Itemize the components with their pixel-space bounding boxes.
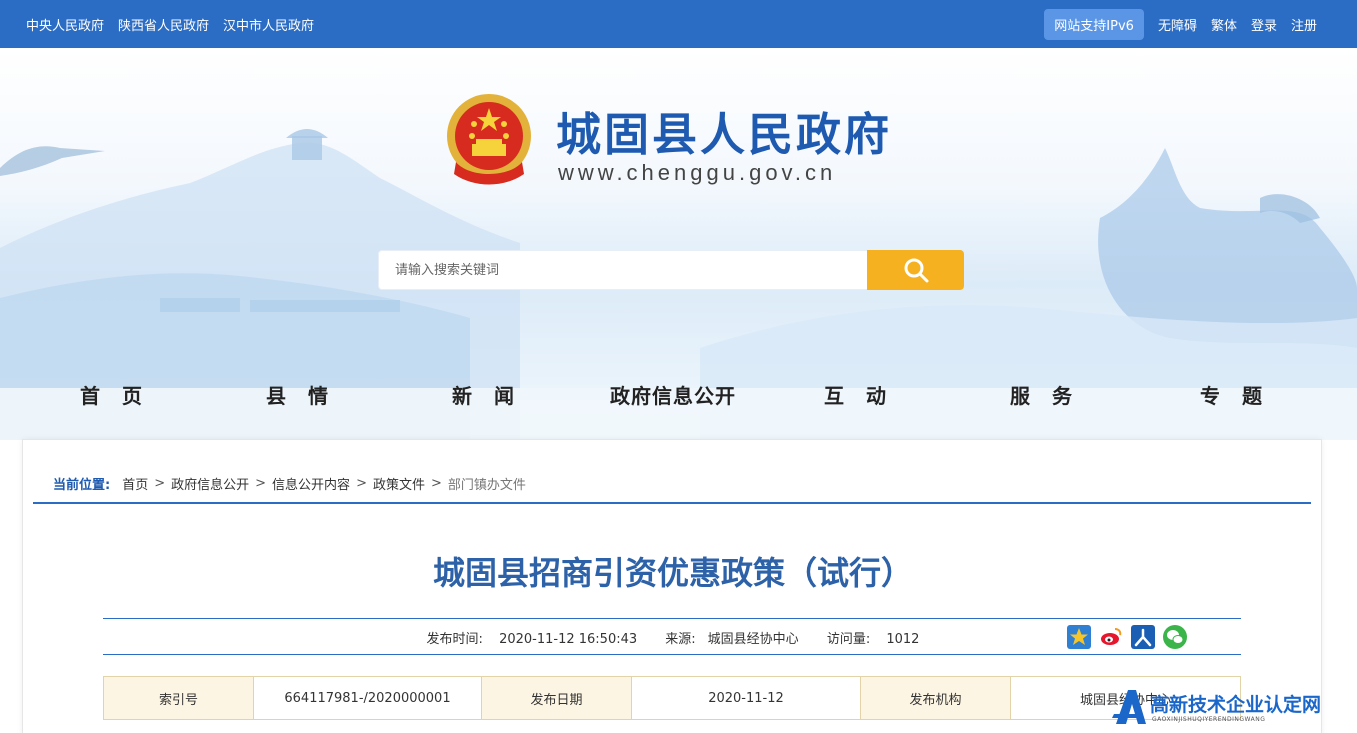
top-bar: 中央人民政府 陕西省人民政府 汉中市人民政府 网站支持IPv6 无障碍 繁体 登… [0, 0, 1357, 48]
publish-date-label: 发布日期 [482, 677, 632, 719]
source: 城固县经协中心 [707, 632, 799, 647]
ipv6-badge[interactable]: 网站支持IPv6 [1044, 8, 1144, 40]
traditional-chinese-link[interactable]: 繁体 [1211, 15, 1237, 34]
nav-gov-info-disclosure[interactable]: 政府信息公开 [610, 380, 736, 409]
breadcrumb: 当前位置: 首页 > 政府信息公开 > 信息公开内容 > 政策文件 > 部门镇办… [53, 474, 526, 493]
weibo-icon[interactable] [1099, 625, 1123, 649]
search-input[interactable] [378, 250, 868, 290]
watermark-text: 高新技术企业认定网 [1150, 694, 1322, 716]
publish-time-label: 发布时间: [426, 632, 483, 647]
wechat-icon[interactable] [1163, 625, 1187, 649]
top-right-tools: 网站支持IPv6 无障碍 繁体 登录 注册 [1044, 0, 1317, 48]
breadcrumb-home[interactable]: 首页 [122, 474, 148, 493]
publishing-org-label: 发布机构 [861, 677, 1011, 719]
qzone-icon[interactable] [1067, 625, 1091, 649]
visits-label: 访问量: [826, 632, 871, 647]
main-nav: 首 页 县 情 新 闻 政府信息公开 互 动 服 务 专 题 [0, 374, 1357, 414]
register-link[interactable]: 注册 [1291, 15, 1317, 34]
site-url: www.chenggu.gov.cn [558, 160, 837, 185]
breadcrumb-current[interactable]: 部门镇办文件 [448, 474, 526, 493]
breadcrumb-separator: > [356, 476, 367, 491]
meta-divider-top [103, 618, 1241, 619]
index-number-value: 664117981-/2020000001 [254, 677, 482, 719]
publish-time: 2020-11-12 16:50:43 [499, 632, 638, 647]
gov-links: 中央人民政府 陕西省人民政府 汉中市人民政府 [26, 0, 314, 48]
watermark-subtext: GAOXINJISHUQIYERENDINGWANG [1152, 716, 1266, 723]
accessibility-link[interactable]: 无障碍 [1158, 15, 1197, 34]
breadcrumb-label: 当前位置: [53, 478, 111, 493]
watermark-logo-icon [1112, 690, 1146, 724]
link-hanzhong-gov[interactable]: 汉中市人民政府 [223, 15, 314, 34]
link-central-gov[interactable]: 中央人民政府 [26, 15, 104, 34]
watermark: 高新技术企业认定网 GAOXINJISHUQIYERENDINGWANG [1112, 684, 1357, 733]
site-name[interactable]: 城固县人民政府 [556, 98, 892, 163]
hero-banner: 城固县人民政府 www.chenggu.gov.cn 首 页 县 情 新 闻 政… [0, 48, 1357, 440]
nav-services[interactable]: 服 务 [1010, 380, 1073, 409]
nav-county-info[interactable]: 县 情 [266, 380, 329, 409]
search-button[interactable] [867, 250, 964, 290]
nav-topics[interactable]: 专 题 [1200, 380, 1263, 409]
search-icon [904, 258, 928, 283]
index-number-label: 索引号 [104, 677, 254, 719]
visit-count: 1012 [886, 632, 920, 647]
login-link[interactable]: 登录 [1251, 15, 1277, 34]
breadcrumb-divider [33, 502, 1311, 504]
renren-icon[interactable] [1131, 625, 1155, 649]
breadcrumb-policy-docs[interactable]: 政策文件 [373, 474, 425, 493]
publish-date-value: 2020-11-12 [632, 677, 861, 719]
breadcrumb-gov-info[interactable]: 政府信息公开 [171, 474, 249, 493]
national-emblem-icon [444, 92, 534, 188]
link-shaanxi-gov[interactable]: 陕西省人民政府 [118, 15, 209, 34]
share-buttons [1067, 625, 1187, 649]
breadcrumb-separator: > [255, 476, 267, 491]
breadcrumb-separator: > [154, 476, 166, 491]
meta-divider-bottom [103, 654, 1241, 655]
info-table: 索引号 664117981-/2020000001 发布日期 2020-11-1… [103, 676, 1241, 720]
breadcrumb-separator: > [430, 476, 442, 491]
article-title: 城固县招商引资优惠政策（试行） [432, 554, 913, 592]
source-label: 来源: [665, 632, 696, 647]
nav-home[interactable]: 首 页 [80, 380, 143, 409]
breadcrumb-info-content[interactable]: 信息公开内容 [272, 474, 350, 493]
search-bar [378, 250, 964, 290]
nav-interaction[interactable]: 互 动 [824, 380, 887, 409]
nav-news[interactable]: 新 闻 [452, 380, 515, 409]
